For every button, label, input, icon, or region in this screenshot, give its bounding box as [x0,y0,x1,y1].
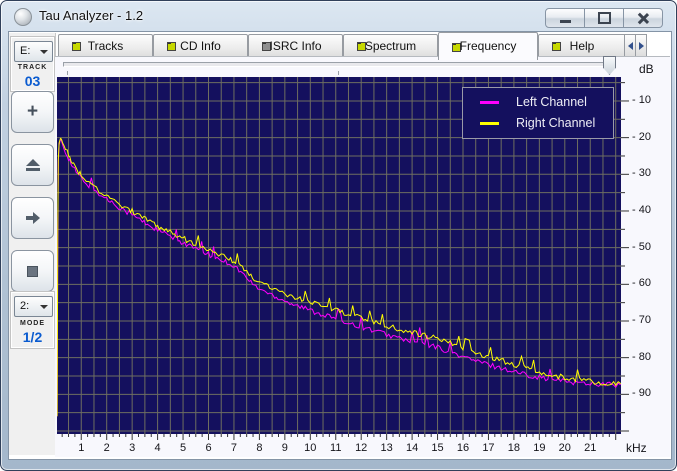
mode-value: 1/2 [22,329,43,345]
maximize-button[interactable] [585,8,624,28]
x-tick-label: 19 [533,442,546,454]
minimize-icon [559,20,571,23]
legend-line-icon [480,101,499,104]
y-tick-label: - 30 [632,167,651,180]
drive-select-value: E: [20,45,31,57]
tab-frequency[interactable]: Frequency [438,32,538,60]
mode-group: 2: MODE 1/2 [10,291,55,349]
stop-button[interactable] [11,250,54,292]
tab-label: Spectrum [364,39,417,53]
x-tick-label: 2 [103,442,110,454]
window-title: Tau Analyzer - 1.2 [39,8,144,23]
y-tick-label: - 70 [632,313,651,326]
y-tick-label: - 50 [632,240,651,253]
tab-scroll-right-button[interactable] [635,34,647,57]
tab-label: Tracks [87,39,124,53]
x-tick-label: 20 [558,442,571,454]
x-tick-label: 7 [230,442,237,454]
tab-label: CD Info [180,39,221,53]
x-tick-label: 21 [584,442,597,454]
y-tick-label: - 60 [632,277,651,290]
tab-tracks[interactable]: Tracks [58,34,153,58]
x-tick-label: 15 [431,442,444,454]
tab-cd-info[interactable]: CD Info [153,34,248,58]
x-tick-label: 14 [405,442,419,454]
mode-select-value: 2: [20,300,30,312]
y-tick-label: - 40 [632,203,651,216]
window-controls [545,8,663,28]
x-tick-label: 3 [129,442,136,454]
tab-isrc-info[interactable]: ISRC Info [248,34,343,58]
tab-label: ISRC Info [269,39,322,53]
plus-icon: + [26,100,39,122]
y-tick-label: - 80 [632,350,651,363]
plus-button[interactable]: + [11,91,54,133]
x-tick-label: 11 [330,442,342,454]
mode-label: MODE [20,320,45,327]
sidebar: E: TRACK 03 + 2: MODE 1/2 [9,33,56,455]
legend-line-icon [480,122,499,125]
arrow-right-icon [638,41,644,50]
track-number: 03 [24,73,41,89]
y-tick-label: - 90 [632,387,651,400]
window-frame: Tau Analyzer - 1.2 E: TRACK 03 + 2: MODE… [0,0,677,471]
mode-select[interactable]: 2: [14,296,53,317]
x-tick-label: 8 [256,442,263,454]
x-tick-label: 10 [304,442,317,454]
drive-select[interactable]: E: [14,41,53,62]
chevron-down-icon [40,50,48,54]
legend-label: Right Channel [516,116,596,130]
close-button[interactable] [624,8,663,28]
x-tick-label: 13 [380,442,393,454]
legend-label: Left Channel [516,95,587,109]
arrow-right-icon [25,212,40,224]
legend-entry: Left Channel [463,92,613,112]
x-axis-unit-label: kHz [626,441,647,455]
titlebar[interactable]: Tau Analyzer - 1.2 [1,1,676,32]
eject-icon [25,159,40,171]
arrow-left-icon [627,41,633,50]
x-tick-label: 1 [78,442,85,454]
tab-label: Help [569,39,595,53]
y-tick-label: - 10 [632,93,651,106]
app-icon [14,8,32,26]
track-label: TRACK [17,64,48,71]
maximize-icon [597,12,611,24]
stop-icon [27,265,38,277]
tab-help[interactable]: Help [538,34,626,58]
y-axis-unit-label: dB [639,62,654,76]
y-tick-label: - 20 [632,130,651,143]
tab-label: Frequency [459,39,517,53]
x-tick-label: 12 [355,442,368,454]
eject-button[interactable] [11,144,54,186]
legend-entry: Right Channel [463,113,613,133]
app-window: { "window": { "title": "Tau Analyzer - 1… [0,0,677,471]
minimize-button[interactable] [545,8,585,28]
chart-legend: Left Channel Right Channel [462,87,614,139]
x-tick-label: 4 [154,442,161,454]
next-button[interactable] [11,197,54,239]
x-tick-label: 17 [482,442,495,454]
close-icon [637,13,649,23]
chevron-down-icon [40,305,48,309]
x-tick-label: 5 [179,442,187,454]
tab-spectrum[interactable]: Spectrum [343,34,438,58]
x-tick-label: 16 [456,442,470,454]
x-tick-label: 9 [281,442,288,454]
drive-track-group: E: TRACK 03 [10,36,55,92]
x-tick-label: 6 [205,442,212,454]
x-tick-label: 18 [507,442,521,454]
